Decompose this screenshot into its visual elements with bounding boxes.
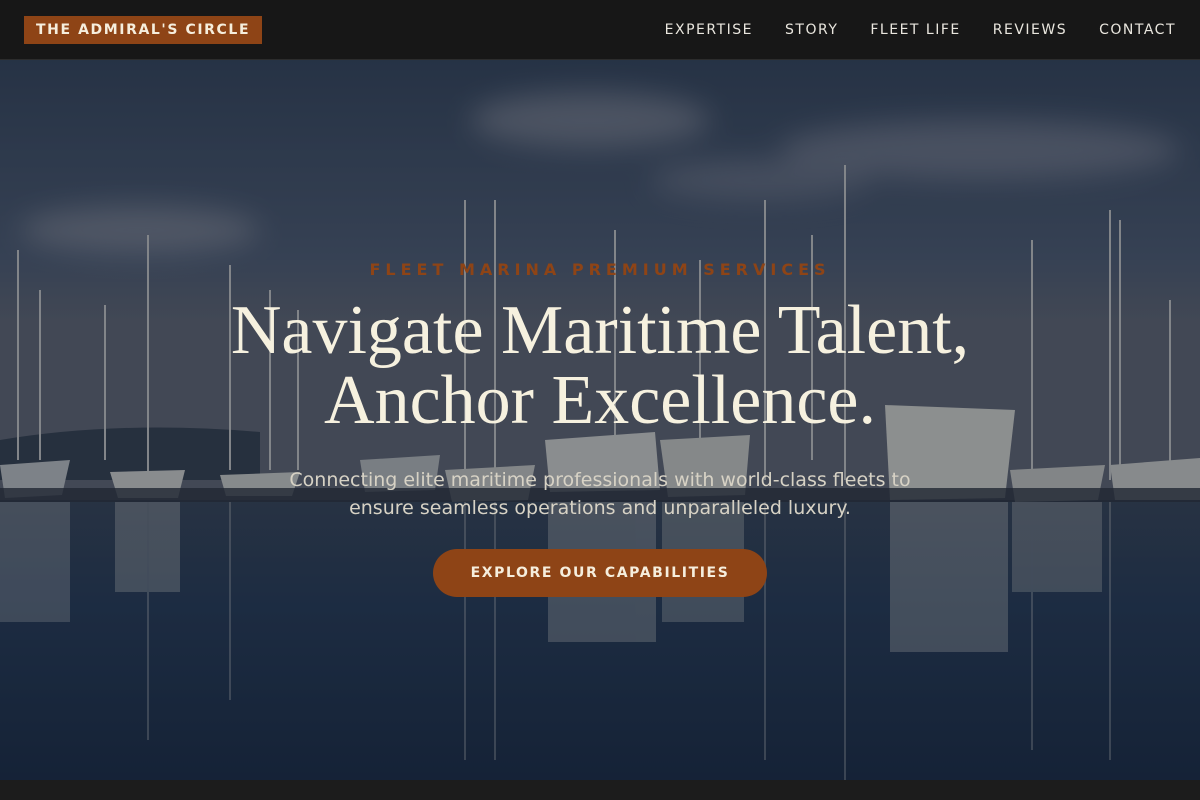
nav-item-contact[interactable]: CONTACT	[1099, 22, 1176, 38]
hero-subtitle-line1: Connecting elite maritime professionals …	[289, 469, 911, 491]
nav-item-fleet-life[interactable]: FLEET LIFE	[870, 22, 960, 38]
hero-headline: Navigate Maritime Talent, Anchor Excelle…	[0, 296, 1200, 436]
nav-item-reviews[interactable]: REVIEWS	[993, 22, 1067, 38]
hero-subtitle-line2: ensure seamless operations and unparalle…	[349, 497, 851, 519]
hero-headline-line2: Anchor Excellence.	[324, 362, 876, 439]
hero-content: FLEET MARINA PREMIUM SERVICES Navigate M…	[0, 60, 1200, 780]
hero-headline-line1: Navigate Maritime Talent,	[230, 292, 970, 369]
next-section-edge	[0, 780, 1200, 800]
nav-item-story[interactable]: STORY	[785, 22, 838, 38]
hero-section: FLEET MARINA PREMIUM SERVICES Navigate M…	[0, 60, 1200, 780]
main-nav: EXPERTISE STORY FLEET LIFE REVIEWS CONTA…	[633, 0, 1176, 60]
hero-subtitle: Connecting elite maritime professionals …	[0, 466, 1200, 522]
top-navigation-bar: THE ADMIRAL'S CIRCLE EXPERTISE STORY FLE…	[0, 0, 1200, 60]
explore-capabilities-button[interactable]: EXPLORE OUR CAPABILITIES	[433, 549, 767, 597]
brand-logo-link[interactable]: THE ADMIRAL'S CIRCLE	[24, 16, 263, 44]
nav-item-expertise[interactable]: EXPERTISE	[665, 22, 753, 38]
hero-eyebrow: FLEET MARINA PREMIUM SERVICES	[369, 260, 831, 279]
